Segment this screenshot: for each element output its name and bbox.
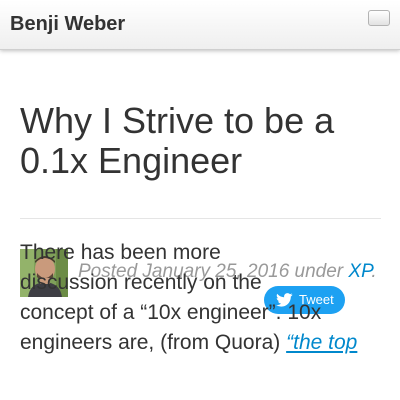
post-title-line-1: Why I Strive to be a xyxy=(20,100,335,141)
body-line-1: There has been more xyxy=(20,241,221,264)
post-title: Why I Strive to be a 0.1x Engineer xyxy=(20,101,382,181)
body-line-2: discussion recently on the xyxy=(20,271,262,294)
post-body: There has been more discussion recently … xyxy=(20,238,400,358)
navbar: Benji Weber xyxy=(0,0,400,50)
title-divider xyxy=(20,218,381,219)
site-brand-link[interactable]: Benji Weber xyxy=(10,13,125,36)
post-title-line-2: 0.1x Engineer xyxy=(20,140,243,181)
quora-quote-link[interactable]: “the top xyxy=(286,331,357,354)
body-line-4: engineers are, (from Quora) “the top xyxy=(20,328,400,358)
menu-toggle-button[interactable] xyxy=(368,10,390,26)
body-line-4-text: engineers are, (from Quora) xyxy=(20,331,281,354)
body-line-3: concept of a “10x engineer”. 10x xyxy=(20,301,322,324)
